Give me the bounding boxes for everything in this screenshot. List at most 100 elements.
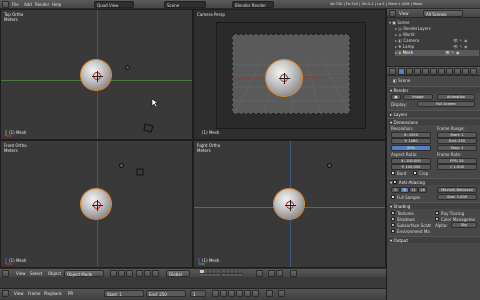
jump-end-icon[interactable] <box>252 290 259 297</box>
crop-checkbox[interactable] <box>413 171 417 175</box>
frame-end-field[interactable]: End: 250 <box>437 138 477 144</box>
render-engine-selector[interactable]: Blender Render <box>232 1 274 8</box>
next-keyframe-icon[interactable] <box>244 290 251 297</box>
start-frame-field[interactable]: Start: 1 <box>104 290 144 297</box>
menu-file[interactable]: File <box>12 2 19 7</box>
anti-aliasing-panel-header[interactable]: ▾ Anti-Aliasing <box>388 178 480 185</box>
menu-frame[interactable]: Frame <box>28 291 40 296</box>
data-tab-icon[interactable] <box>446 68 453 75</box>
shading-panel-header[interactable]: ▾ Shading <box>388 202 480 209</box>
display-selector[interactable]: Full Screen <box>417 101 475 107</box>
menu-add[interactable]: Add <box>24 2 32 7</box>
scene-selector[interactable]: Scene <box>164 1 206 8</box>
output-panel-header[interactable]: ▾ Output <box>388 236 480 243</box>
prev-keyframe-icon[interactable] <box>220 290 227 297</box>
menu-help[interactable]: Help <box>52 2 61 7</box>
render-tab-icon[interactable] <box>398 68 405 75</box>
subsurface-checkbox[interactable] <box>391 222 395 227</box>
border-checkbox[interactable] <box>391 171 395 175</box>
layers-panel-header[interactable]: ▸ Layers <box>388 110 480 117</box>
viewport-right-ortho[interactable]: Right Ortho Meters (1) Mesh <box>193 140 386 268</box>
shadows-checkbox[interactable] <box>391 216 395 221</box>
render-image-button[interactable]: Image <box>403 94 433 100</box>
viewport-front-ortho[interactable]: Front Ortho Meters (1) Mesh <box>0 140 193 268</box>
menu-render[interactable]: Render <box>35 2 49 7</box>
layout-selector[interactable]: Quad View <box>94 1 134 8</box>
lamp-icon[interactable] <box>119 163 124 168</box>
keying-set-icon[interactable] <box>278 290 285 297</box>
world-tab-icon[interactable] <box>414 68 421 75</box>
ray-tracing-checkbox[interactable] <box>435 210 439 215</box>
camera-icon[interactable] <box>143 122 155 134</box>
orientation-selector[interactable]: Global <box>166 270 190 277</box>
textures-checkbox[interactable] <box>391 210 395 215</box>
3d-cursor-icon <box>92 200 103 211</box>
snap-icon[interactable] <box>268 270 275 277</box>
full-sample-checkbox[interactable] <box>391 195 395 199</box>
manipulator-icon[interactable] <box>126 270 133 277</box>
render-icon: ▣ <box>391 94 401 100</box>
resolution-percent-slider[interactable]: 50% <box>391 145 431 151</box>
aa-size-field[interactable]: Size: 1.000 <box>437 194 477 200</box>
play-icon[interactable] <box>236 290 243 297</box>
aa-samples-11[interactable]: 11 <box>409 187 418 193</box>
aa-samples-8[interactable]: 8 <box>400 187 409 193</box>
time-remap-field[interactable]: /: 1.000 <box>437 164 477 170</box>
viewport-camera-persp[interactable]: Camera Persp (1) Mesh <box>193 9 386 140</box>
menu-playback[interactable]: Playback <box>44 291 62 296</box>
border-label: Bord <box>397 171 407 176</box>
aa-filter-selector[interactable]: Mitchell-Netravali <box>437 187 477 193</box>
anti-aliasing-checkbox[interactable] <box>393 179 398 184</box>
aa-samples-16[interactable]: 16 <box>418 187 427 193</box>
display-mode-selector[interactable]: All Scenes <box>423 10 463 17</box>
menu-select[interactable]: Select <box>30 271 42 276</box>
menu-view[interactable]: View <box>399 11 409 16</box>
camera-icon[interactable] <box>135 167 145 177</box>
translate-icon[interactable] <box>136 270 143 277</box>
render-animation-button[interactable]: Animation <box>437 94 475 100</box>
color-management-checkbox[interactable] <box>435 216 439 221</box>
current-frame-field[interactable]: 1 <box>190 290 206 297</box>
lock-camera-icon[interactable] <box>256 270 263 277</box>
end-frame-field[interactable]: End: 250 <box>146 290 186 297</box>
mode-selector[interactable]: Object Mode <box>64 270 104 277</box>
outliner-item-mesh[interactable]: ▸ ◆ Mesh 👁 ↖ ◉ <box>395 50 479 56</box>
frame-step-field[interactable]: Step: 1 <box>437 145 477 151</box>
render-preview-icon[interactable] <box>290 270 297 277</box>
menu-object[interactable]: Object <box>48 271 61 276</box>
editor-type-icon[interactable] <box>2 270 9 277</box>
preview-range-toggle[interactable]: PR <box>68 291 73 296</box>
menu-view[interactable]: View <box>14 291 24 296</box>
aspect-y-field[interactable]: Y: 100.000 <box>391 164 431 170</box>
editor-type-icon[interactable] <box>2 290 9 297</box>
render-panel-header[interactable]: ▾ Render <box>388 86 480 93</box>
auto-key-icon[interactable] <box>266 290 273 297</box>
material-tab-icon[interactable] <box>454 68 461 75</box>
menu-view[interactable]: View <box>16 271 26 276</box>
scale-icon[interactable] <box>152 270 159 277</box>
lamp-icon[interactable] <box>327 163 332 168</box>
constraints-tab-icon[interactable] <box>430 68 437 75</box>
layer-buttons[interactable] <box>200 270 248 277</box>
lamp-icon[interactable] <box>125 65 130 70</box>
jump-start-icon[interactable] <box>212 290 219 297</box>
editor-type-icon[interactable] <box>2 1 9 8</box>
rotate-icon[interactable] <box>144 270 151 277</box>
modifiers-tab-icon[interactable] <box>438 68 445 75</box>
aa-samples-5[interactable]: 5 <box>391 187 400 193</box>
viewport-top-ortho[interactable]: Top Ortho Meters (1) Mesh <box>0 9 193 140</box>
object-tab-icon[interactable] <box>422 68 429 75</box>
scene-tab-icon[interactable] <box>406 68 413 75</box>
alpha-selector[interactable]: Sky <box>451 222 477 228</box>
texture-tab-icon[interactable] <box>462 68 469 75</box>
viewport-shading-icon[interactable] <box>110 270 117 277</box>
environment-map-checkbox[interactable] <box>391 228 395 233</box>
editor-type-icon[interactable] <box>389 10 396 17</box>
dimensions-panel-header[interactable]: ▾ Dimensions <box>388 118 480 125</box>
physics-tab-icon[interactable] <box>470 68 477 75</box>
snap-target-icon[interactable] <box>276 270 283 277</box>
pivot-point-icon[interactable] <box>118 270 125 277</box>
resolution-y-field[interactable]: Y: 1080 <box>391 138 431 144</box>
play-reverse-icon[interactable] <box>228 290 235 297</box>
editor-type-icon[interactable] <box>389 68 396 75</box>
